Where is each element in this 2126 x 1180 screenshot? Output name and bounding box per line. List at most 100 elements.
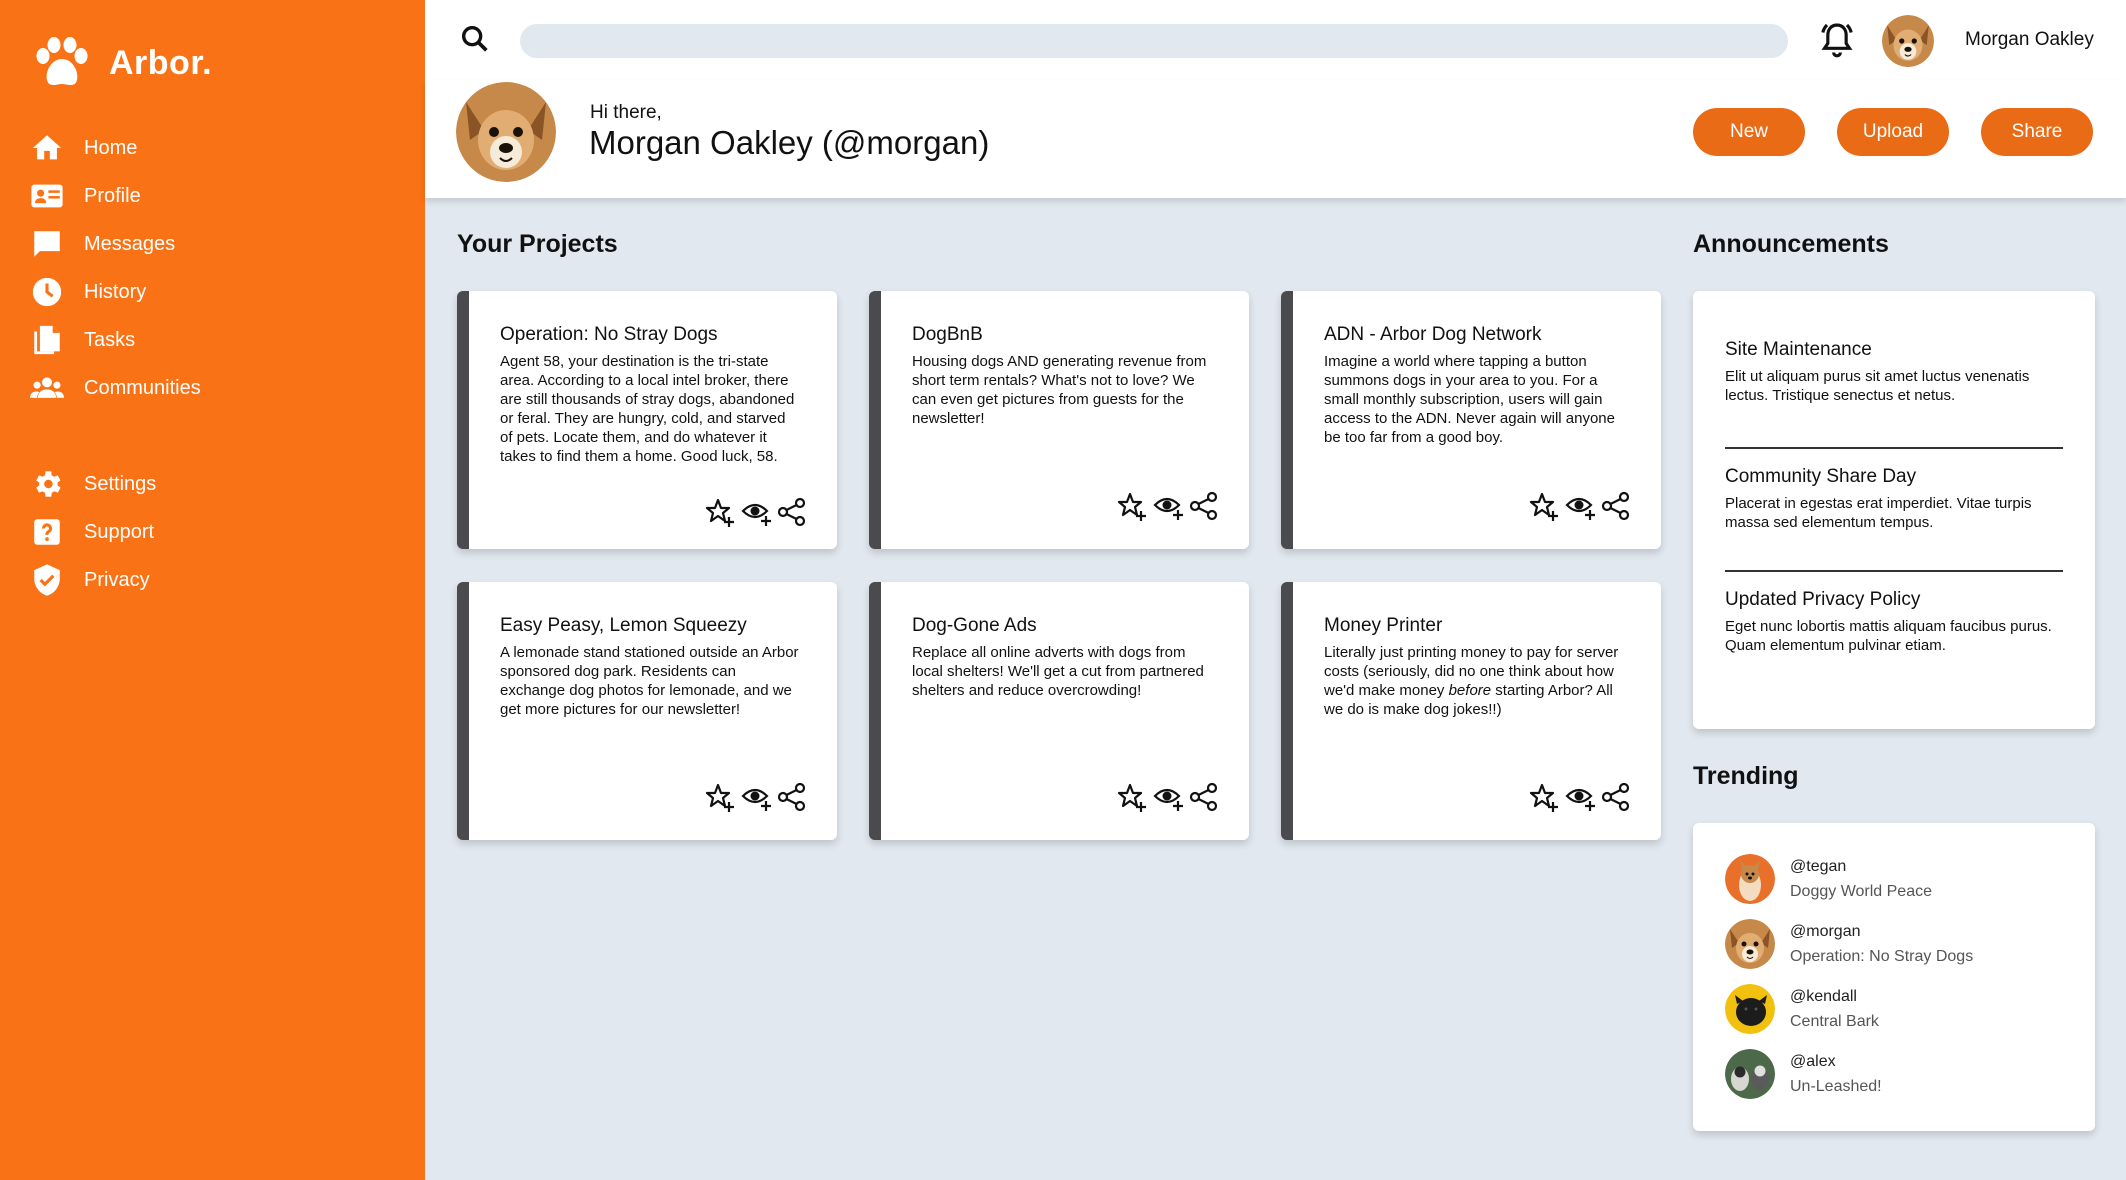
sidebar-item-tasks[interactable]: Tasks bbox=[30, 316, 410, 364]
project-title: Money Printer bbox=[1324, 615, 1443, 636]
announcement-title: Site Maintenance bbox=[1725, 339, 1872, 360]
project-description: Agent 58, your destination is the tri-st… bbox=[500, 353, 795, 465]
card-actions bbox=[705, 782, 807, 812]
search-icon[interactable] bbox=[458, 22, 492, 56]
project-title: Dog-Gone Ads bbox=[912, 615, 1037, 636]
divider bbox=[1725, 447, 2063, 449]
trending-handle: @alex bbox=[1790, 1052, 1836, 1070]
greeting: Hi there, bbox=[590, 102, 662, 123]
brand[interactable]: Arbor. bbox=[33, 36, 212, 90]
favorite-add-icon[interactable] bbox=[1529, 782, 1559, 812]
brand-name: Arbor. bbox=[109, 43, 213, 82]
sidebar-item-label: Profile bbox=[84, 184, 141, 207]
project-title: Operation: No Stray Dogs bbox=[500, 324, 718, 345]
watch-add-icon[interactable] bbox=[741, 782, 771, 812]
sidebar-item-profile[interactable]: Profile bbox=[30, 172, 410, 220]
watch-add-icon[interactable] bbox=[1153, 491, 1183, 521]
upload-button[interactable]: Upload bbox=[1837, 108, 1949, 156]
share-button[interactable]: Share bbox=[1981, 108, 2093, 156]
share-icon[interactable] bbox=[1189, 491, 1219, 521]
project-description: Literally just printing money to pay for… bbox=[1324, 644, 1619, 718]
sidebar: Arbor. Home Profile Messages History Tas… bbox=[0, 0, 425, 1180]
new-button[interactable]: New bbox=[1693, 108, 1805, 156]
trending-project: Un-Leashed! bbox=[1790, 1077, 1882, 1095]
share-icon[interactable] bbox=[777, 497, 807, 527]
announcements-title: Announcements bbox=[1693, 230, 1889, 258]
sidebar-item-messages[interactable]: Messages bbox=[30, 220, 410, 268]
profile-header: Hi there, Morgan Oakley (@morgan) New Up… bbox=[425, 80, 2126, 198]
card-actions bbox=[1529, 782, 1631, 812]
card-actions bbox=[1117, 782, 1219, 812]
sidebar-item-settings[interactable]: Settings bbox=[30, 460, 410, 508]
trending-item[interactable]: @alex Un-Leashed! bbox=[1725, 1046, 1882, 1102]
trending-project: Doggy World Peace bbox=[1790, 882, 1932, 900]
current-username[interactable]: Morgan Oakley bbox=[1965, 29, 2094, 51]
favorite-add-icon[interactable] bbox=[1529, 491, 1559, 521]
trending-item[interactable]: @kendall Central Bark bbox=[1725, 981, 1879, 1037]
watch-add-icon[interactable] bbox=[1565, 782, 1595, 812]
home-icon bbox=[32, 135, 62, 160]
profile-card-icon bbox=[31, 184, 63, 208]
project-card[interactable]: Operation: No Stray Dogs Agent 58, your … bbox=[457, 291, 837, 549]
sidebar-item-communities[interactable]: Communities bbox=[30, 364, 410, 412]
favorite-add-icon[interactable] bbox=[1117, 491, 1147, 521]
share-icon[interactable] bbox=[1601, 491, 1631, 521]
sidebar-item-label: History bbox=[84, 280, 147, 303]
project-description: Imagine a world where tapping a button s… bbox=[1324, 353, 1615, 446]
announcement-title: Community Share Day bbox=[1725, 466, 1917, 487]
sidebar-item-support[interactable]: Support bbox=[30, 508, 410, 556]
page-title: Morgan Oakley (@morgan) bbox=[589, 124, 990, 161]
avatar[interactable] bbox=[1882, 15, 1934, 67]
avatar bbox=[1725, 984, 1775, 1034]
trending-handle: @tegan bbox=[1790, 857, 1847, 875]
gear-icon bbox=[36, 471, 61, 497]
announcement-title: Updated Privacy Policy bbox=[1725, 589, 1921, 610]
announcement-item[interactable]: Site Maintenance Elit ut aliquam purus s… bbox=[1725, 339, 2063, 405]
sidebar-nav: Home Profile Messages History Tasks Comm… bbox=[30, 124, 410, 604]
card-actions bbox=[705, 497, 807, 527]
project-card[interactable]: ADN - Arbor Dog Network Imagine a world … bbox=[1281, 291, 1661, 549]
projects-title: Your Projects bbox=[457, 230, 618, 258]
trending-item[interactable]: @tegan Doggy World Peace bbox=[1725, 851, 1932, 907]
sidebar-item-label: Privacy bbox=[84, 568, 150, 591]
sidebar-item-home[interactable]: Home bbox=[30, 124, 410, 172]
favorite-add-icon[interactable] bbox=[1117, 782, 1147, 812]
favorite-add-icon[interactable] bbox=[705, 782, 735, 812]
paw-icon bbox=[36, 37, 88, 85]
trending-project: Central Bark bbox=[1790, 1012, 1879, 1030]
shield-icon bbox=[34, 564, 60, 596]
project-card[interactable]: Dog-Gone Ads Replace all online adverts … bbox=[869, 582, 1249, 840]
search-input[interactable] bbox=[520, 24, 1788, 58]
divider bbox=[1725, 570, 2063, 572]
project-card[interactable]: Easy Peasy, Lemon Squeezy A lemonade sta… bbox=[457, 582, 837, 840]
announcement-item[interactable]: Updated Privacy Policy Eget nunc loborti… bbox=[1725, 589, 2063, 655]
trending-title: Trending bbox=[1693, 762, 1799, 790]
sidebar-item-history[interactable]: History bbox=[30, 268, 410, 316]
project-title: ADN - Arbor Dog Network bbox=[1324, 324, 1542, 345]
card-actions bbox=[1117, 491, 1219, 521]
announcement-body: Eget nunc lobortis mattis aliquam faucib… bbox=[1725, 618, 2052, 654]
announcements-panel: Site Maintenance Elit ut aliquam purus s… bbox=[1693, 291, 2095, 729]
notification-bell-icon[interactable] bbox=[1817, 20, 1857, 60]
project-card[interactable]: DogBnB Housing dogs AND generating reven… bbox=[869, 291, 1249, 549]
share-icon[interactable] bbox=[777, 782, 807, 812]
trending-item[interactable]: @morgan Operation: No Stray Dogs bbox=[1725, 916, 1973, 972]
people-icon bbox=[30, 377, 64, 398]
project-description: Housing dogs AND generating revenue from… bbox=[912, 353, 1207, 427]
share-icon[interactable] bbox=[1601, 782, 1631, 812]
project-description: A lemonade stand stationed outside an Ar… bbox=[500, 644, 799, 718]
favorite-add-icon[interactable] bbox=[705, 497, 735, 527]
watch-add-icon[interactable] bbox=[1153, 782, 1183, 812]
clock-icon bbox=[32, 277, 62, 307]
project-title: DogBnB bbox=[912, 324, 983, 345]
profile-avatar bbox=[456, 82, 556, 182]
trending-panel: @tegan Doggy World Peace @morgan Operati… bbox=[1693, 823, 2095, 1131]
share-icon[interactable] bbox=[1189, 782, 1219, 812]
watch-add-icon[interactable] bbox=[741, 497, 771, 527]
watch-add-icon[interactable] bbox=[1565, 491, 1595, 521]
sidebar-item-label: Home bbox=[84, 136, 138, 159]
sidebar-item-privacy[interactable]: Privacy bbox=[30, 556, 410, 604]
project-card[interactable]: Money Printer Literally just printing mo… bbox=[1281, 582, 1661, 840]
sidebar-item-label: Communities bbox=[84, 376, 201, 399]
announcement-item[interactable]: Community Share Day Placerat in egestas … bbox=[1725, 466, 2063, 532]
